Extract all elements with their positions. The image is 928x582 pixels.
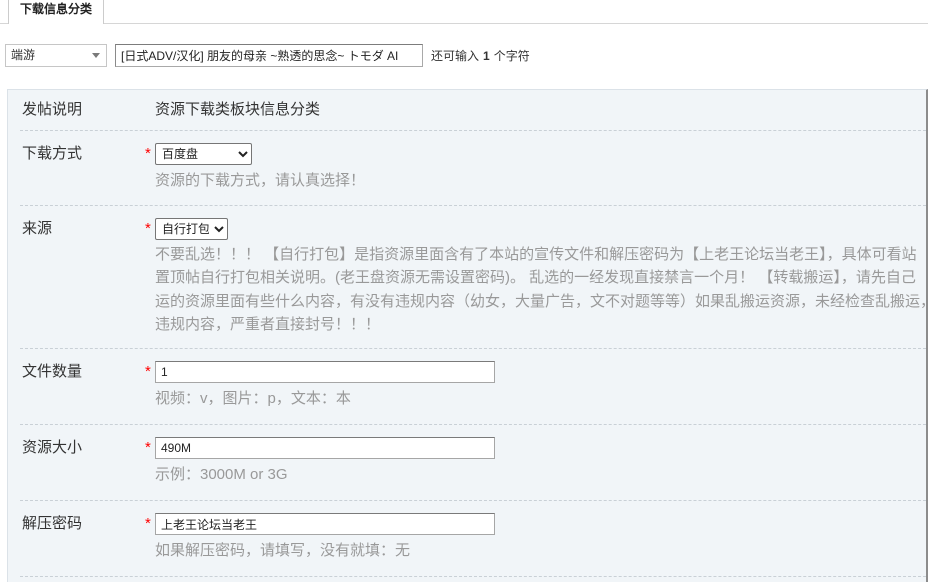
file-count-input[interactable] xyxy=(155,361,495,383)
file-count-hint: 视频：v，图片：p，文本：本 xyxy=(155,390,351,407)
posting-note-value: 资源下载类板块信息分类 xyxy=(155,101,321,118)
thread-title-input[interactable] xyxy=(115,44,423,67)
required-mark: * xyxy=(145,145,151,162)
download-method-field: 百度盘 资源的下载方式，请认真选择！ xyxy=(155,143,926,193)
unzip-password-field: 如果解压密码，请填写，没有就填：无 xyxy=(155,513,926,563)
form-row-resource-size: 资源大小 * 示例：3000M or 3G xyxy=(20,425,926,501)
posting-note-field: 资源下载类板块信息分类 xyxy=(155,100,926,120)
source-hint-line: 运的资源里面有些什么内容，有没有违规内容（幼女，大量广告，文不对题等等）如果乱搬… xyxy=(155,292,928,310)
form-row-unzip-password: 解压密码 * 如果解压密码，请填写，没有就填：无 xyxy=(20,501,926,577)
unzip-password-hint: 如果解压密码，请填写，没有就填：无 xyxy=(155,542,411,559)
required-mark: * xyxy=(145,220,151,237)
required-mark: * xyxy=(145,439,151,456)
posting-note-label: 发帖说明 xyxy=(22,101,83,118)
title-char-counter: 还可输入 1 个字符 xyxy=(431,47,530,65)
chevron-down-icon xyxy=(92,53,100,58)
source-hint: 不要乱选！！！ 【自行打包】是指资源里面含有了本站的宣传文件和解压密码为【上老王… xyxy=(155,243,926,336)
source-hint-line: 置顶帖自行打包相关说明。(老王盘资源无需设置密码)。 乱选的一经发现直接禁言一个… xyxy=(155,269,916,287)
resource-size-label: 资源大小 xyxy=(22,439,83,456)
form-row-posting-note: 发帖说明 资源下载类板块信息分类 xyxy=(20,90,926,131)
tab-bar: 下载信息分类 xyxy=(0,0,928,24)
counter-suffix: 个字符 xyxy=(493,49,530,63)
unzip-password-label: 解压密码 xyxy=(22,515,83,532)
source-hint-line: 违规内容，严重者直接封号！！！ xyxy=(155,315,381,333)
form-row-source: 来源 * 自行打包 不要乱选！！！ 【自行打包】是指资源里面含有了本站的宣传文件… xyxy=(20,206,926,349)
source-hint-line: 不要乱选！！！ 【自行打包】是指资源里面含有了本站的宣传文件和解压密码为【上老王… xyxy=(155,246,917,263)
tab-download-info-category[interactable]: 下载信息分类 xyxy=(8,0,104,24)
download-method-select[interactable]: 百度盘 xyxy=(155,143,252,165)
download-info-form: 发帖说明 资源下载类板块信息分类 下载方式 * 百度盘 资源的下载方式，请认真选… xyxy=(7,89,928,582)
source-label: 来源 xyxy=(22,220,53,237)
required-mark: * xyxy=(145,363,151,380)
source-select[interactable]: 自行打包 xyxy=(155,218,228,240)
form-row-file-count: 文件数量 * 视频：v，图片：p，文本：本 xyxy=(20,349,926,425)
download-method-label: 下载方式 xyxy=(22,145,83,162)
category-select-value: 端游 xyxy=(11,48,36,62)
source-field: 自行打包 不要乱选！！！ 【自行打包】是指资源里面含有了本站的宣传文件和解压密码… xyxy=(155,218,926,336)
counter-prefix: 还可输入 xyxy=(431,49,480,63)
resource-size-hint: 示例：3000M or 3G xyxy=(155,466,288,483)
resource-size-field: 示例：3000M or 3G xyxy=(155,437,926,487)
download-method-hint: 资源的下载方式，请认真选择！ xyxy=(155,172,366,189)
required-mark: * xyxy=(145,515,151,532)
file-count-label: 文件数量 xyxy=(22,363,83,380)
category-select[interactable]: 端游 xyxy=(5,44,107,67)
file-count-field: 视频：v，图片：p，文本：本 xyxy=(155,361,926,411)
unzip-password-input[interactable] xyxy=(155,513,495,535)
resource-size-input[interactable] xyxy=(155,437,495,459)
form-row-download-method: 下载方式 * 百度盘 资源的下载方式，请认真选择！ xyxy=(20,131,926,206)
counter-remaining-count: 1 xyxy=(483,49,490,63)
